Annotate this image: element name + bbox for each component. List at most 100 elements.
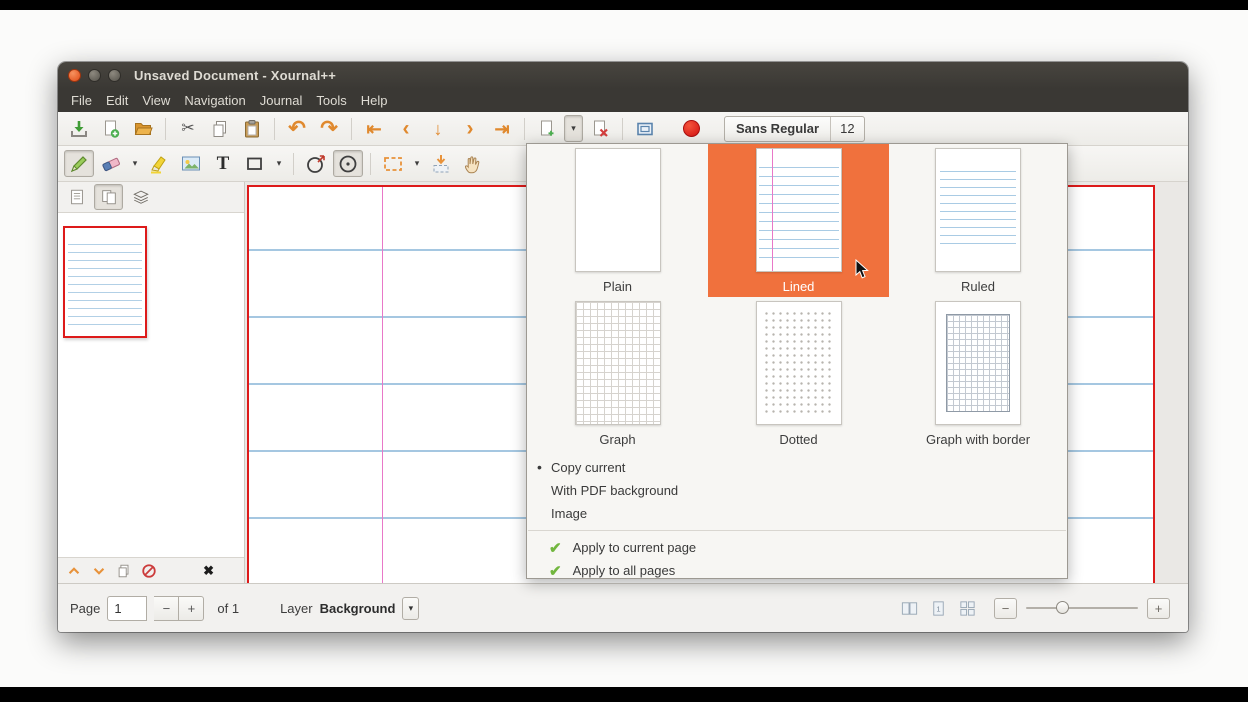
toolbar-separator [370,153,371,175]
option-image[interactable]: Image [527,502,1067,525]
goto-page-button[interactable]: ↓ [423,115,453,142]
toolbar-separator [293,153,294,175]
view-controls: 1 − + [899,598,1176,619]
menu-tools[interactable]: Tools [309,91,353,110]
shape-tool-button[interactable] [240,150,270,177]
vertical-space-icon [430,153,452,175]
window-title: Unsaved Document - Xournal++ [134,68,336,83]
pen-tool-button[interactable] [64,150,94,177]
presentation-mode-button[interactable]: 1 [928,598,948,618]
close-button[interactable] [68,69,81,82]
text-tool-button[interactable]: T [208,150,238,177]
template-source-options: • Copy current With PDF background Image [527,456,1067,525]
insert-page-button[interactable] [532,115,562,142]
tab-contents[interactable] [62,184,91,210]
copy-button[interactable] [205,115,235,142]
page-increment-button[interactable]: + [179,596,204,621]
zoom-slider[interactable] [1026,598,1138,618]
paired-pages-button[interactable] [899,598,919,618]
statusbar: Page −+ of 1 Layer Background ▾ 1 [58,583,1188,632]
image-tool-button[interactable] [176,150,206,177]
apply-to-all-pages[interactable]: ✔ Apply to all pages [527,559,1067,582]
shape-recognizer-button[interactable] [301,150,331,177]
chevron-down-icon: ▾ [571,123,576,134]
hand-icon [462,153,484,175]
delete-page-sidebar-button[interactable] [139,561,159,581]
tab-page-preview[interactable] [94,184,123,210]
option-copy-current[interactable]: • Copy current [527,456,1067,479]
grid-view-button[interactable] [957,598,977,618]
move-page-up-button[interactable] [64,561,84,581]
zoom-slider-handle[interactable] [1056,601,1069,614]
vertical-space-button[interactable] [426,150,456,177]
last-page-button[interactable]: ⇥ [487,115,517,142]
template-graph-with-border[interactable]: Graph with border [889,297,1067,448]
page-decrement-button[interactable]: − [154,596,179,621]
delete-page-button[interactable] [585,115,615,142]
font-selector[interactable]: Sans Regular 12 [724,116,865,142]
first-page-button[interactable]: ⇤ [359,115,389,142]
next-page-button[interactable]: › [455,115,485,142]
open-folder-icon [133,119,153,139]
insert-page-icon [537,119,557,139]
draw-circle-button[interactable] [333,150,363,177]
template-grid: Plain Lined Ruled Graph [527,144,1067,448]
redo-button[interactable]: ↷ [314,115,344,142]
highlighter-tool-button[interactable] [144,150,174,177]
cancel-icon [141,563,157,579]
zoom-in-button[interactable]: + [1147,598,1170,619]
highlighter-icon [148,153,170,175]
eraser-options-dropdown[interactable]: ▾ [128,151,142,177]
template-graph[interactable]: Graph [527,297,708,448]
previous-page-button[interactable]: ‹ [391,115,421,142]
save-button[interactable] [64,115,94,142]
select-rectangle-button[interactable] [378,150,408,177]
menu-navigation[interactable]: Navigation [177,91,252,110]
previous-page-icon: ‹ [403,118,410,139]
plain-template-thumbnail [575,148,661,272]
next-page-icon: › [467,118,474,139]
open-button[interactable] [128,115,158,142]
template-plain[interactable]: Plain [527,144,708,297]
grid-icon [958,599,977,618]
template-ruled[interactable]: Ruled [889,144,1067,297]
copy-page-button[interactable] [114,561,134,581]
eraser-icon [100,153,122,175]
layer-dropdown-button[interactable]: ▾ [402,597,419,620]
screen: Unsaved Document - Xournal++ File Edit V… [0,0,1248,702]
copy-page-icon [116,563,132,579]
new-document-button[interactable] [96,115,126,142]
menu-help[interactable]: Help [354,91,395,110]
menu-journal[interactable]: Journal [253,91,310,110]
page-number-input[interactable] [107,596,147,621]
font-name-button[interactable]: Sans Regular [725,117,830,141]
menu-file[interactable]: File [64,91,99,110]
record-audio-button[interactable] [676,115,706,142]
selection-options-dropdown[interactable]: ▾ [410,151,424,177]
cut-button[interactable]: ✂ [173,115,203,142]
shape-options-dropdown[interactable]: ▾ [272,151,286,177]
option-with-pdf-background[interactable]: With PDF background [527,479,1067,502]
minimize-button[interactable] [88,69,101,82]
eraser-tool-button[interactable] [96,150,126,177]
paired-pages-icon [900,599,919,618]
page-thumbnail[interactable] [63,226,147,338]
menu-edit[interactable]: Edit [99,91,135,110]
option-label: Copy current [551,460,625,475]
contents-icon [68,188,86,206]
zoom-slider-track [1026,607,1138,609]
font-size-spinner[interactable]: 12 [830,117,863,141]
template-dotted[interactable]: Dotted [708,297,889,448]
menu-view[interactable]: View [135,91,177,110]
close-sidebar-button[interactable]: ✖ [203,563,214,579]
undo-button[interactable]: ↶ [282,115,312,142]
maximize-button[interactable] [108,69,121,82]
paste-button[interactable] [237,115,267,142]
apply-to-current-page[interactable]: ✔ Apply to current page [527,536,1067,559]
page-template-dropdown-button[interactable]: ▾ [564,115,583,142]
hand-tool-button[interactable] [458,150,488,177]
tab-layers[interactable] [126,184,155,210]
zoom-out-button[interactable]: − [994,598,1017,619]
fullscreen-button[interactable] [630,115,660,142]
move-page-down-button[interactable] [89,561,109,581]
